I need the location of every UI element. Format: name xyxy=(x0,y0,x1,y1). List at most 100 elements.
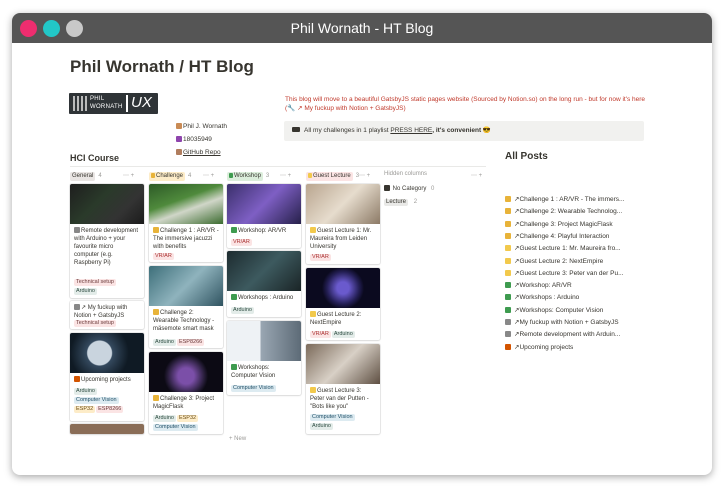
post-link-label[interactable]: ↗Workshop: AR/VR xyxy=(514,282,572,289)
card-title: Workshops : Arduino xyxy=(231,294,297,302)
hidden-row-no-category[interactable]: No Category 0 xyxy=(384,185,434,194)
title-bar: Phil Wornath - HT Blog xyxy=(12,13,712,43)
author-name-text: Phil J. Wornath xyxy=(183,123,227,130)
bulb-icon xyxy=(505,245,511,252)
card-remote-development[interactable]: Remote development with Arduino + your f… xyxy=(70,184,144,298)
tag: Technical setup xyxy=(74,279,116,286)
post-link-label[interactable]: ↗Challenge 1 : AR/VR - The immers... xyxy=(514,196,624,203)
card-guest-lecture-2[interactable]: Guest Lecture 2: NextEmpire VR/AR Arduino xyxy=(306,268,380,340)
card-upcoming-projects[interactable]: Upcoming projects Arduino Computer Vision… xyxy=(70,333,144,421)
post-link-label[interactable]: ↗Guest Lecture 1: Mr. Maureira fro... xyxy=(514,245,621,252)
post-link[interactable]: ↗Remote development with Arduin... xyxy=(505,330,620,339)
test-tube-icon xyxy=(229,173,233,178)
logo: PHIL WORNATH UX xyxy=(69,93,158,114)
post-link-label[interactable]: ↗Remote development with Arduin... xyxy=(514,331,620,338)
person-icon xyxy=(176,149,182,155)
column-label: Workshop xyxy=(227,172,263,181)
card-title-text: Workshops : Arduino xyxy=(238,295,294,301)
post-link[interactable]: ↗My fuckup with Notion + GatsbyJS xyxy=(505,318,619,327)
column-controls[interactable]: ⋯ + xyxy=(203,171,214,181)
card-workshop-arvr[interactable]: Workshop: AR/VR VR/AR xyxy=(227,184,301,248)
all-posts-title: All Posts xyxy=(505,151,548,162)
column-controls[interactable]: ⋯ + xyxy=(359,171,370,181)
phone-number: 18035949 xyxy=(176,136,212,143)
window-title: Phil Wornath - HT Blog xyxy=(290,20,434,36)
post-link-label[interactable]: ↗Challenge 4: Playful Interaction xyxy=(514,233,609,240)
card-tags: Computer Vision xyxy=(231,385,299,394)
github-text[interactable]: GitHub Repo xyxy=(183,149,221,156)
hidden-row-label: No Category xyxy=(392,186,427,192)
post-link[interactable]: ↗Challenge 4: Playful Interaction xyxy=(505,232,609,241)
post-link[interactable]: ↗Challenge 1 : AR/VR - The immers... xyxy=(505,195,624,204)
lightning-icon xyxy=(153,309,159,315)
github-link[interactable]: GitHub Repo xyxy=(176,149,221,156)
post-link[interactable]: ↗Workshops : Arduino xyxy=(505,293,579,302)
post-link[interactable]: ↗Workshop: AR/VR xyxy=(505,281,572,290)
bulb-icon xyxy=(505,269,511,276)
card-workshop-cv[interactable]: Workshops: Computer Vision Computer Visi… xyxy=(227,321,301,395)
card-guest-lecture-1[interactable]: Guest Lecture 1: Mr. Maureira from Leide… xyxy=(306,184,380,264)
card-title: Challenge 1 : AR/VR - The immersive jacu… xyxy=(153,227,219,251)
logo-divider xyxy=(126,95,128,112)
post-link-label[interactable]: ↗Upcoming projects xyxy=(514,344,573,351)
test-tube-icon xyxy=(505,306,511,313)
bulb-icon xyxy=(310,227,316,233)
card-tags: Technical setup Arduino xyxy=(74,279,142,297)
video-icon xyxy=(292,127,300,132)
column-header-general[interactable]: General 4 xyxy=(70,171,102,181)
card-cover-image xyxy=(149,266,223,306)
post-link[interactable]: ↗Workshops: Computer Vision xyxy=(505,306,603,315)
column-header-guest-lecture[interactable]: Guest Lecture 3 xyxy=(306,171,359,181)
tag: ESP8266 xyxy=(176,339,205,346)
card-tags: Technical setup xyxy=(74,320,142,329)
post-link-label[interactable]: ↗Workshops: Computer Vision xyxy=(514,307,603,314)
card-title-text: Challenge 2: Wearable Technology - mäsem… xyxy=(153,310,215,332)
card-title: ↗ My fuckup with Notion + GatsbyJS xyxy=(74,304,140,320)
card-challenge-3[interactable]: Challenge 3: Project MagicFlask Arduino E… xyxy=(149,352,223,434)
tag: VR/AR xyxy=(153,253,174,260)
test-tube-icon xyxy=(231,294,237,300)
card-workshop-arduino[interactable]: Workshops : Arduino Arduino xyxy=(227,251,301,317)
post-link[interactable]: ↗Guest Lecture 1: Mr. Maureira fro... xyxy=(505,244,621,253)
post-link[interactable]: ↗Guest Lecture 2: NextEmpire xyxy=(505,257,603,266)
person-icon xyxy=(176,123,182,129)
post-link[interactable]: ↗Upcoming projects xyxy=(505,343,573,352)
hidden-row-lecture[interactable]: Lecture 2 xyxy=(384,198,417,208)
card-notion-fuckup[interactable]: ↗ My fuckup with Notion + GatsbyJS Techn… xyxy=(70,301,144,329)
post-link-label[interactable]: ↗Workshops : Arduino xyxy=(514,294,579,301)
card-title: Guest Lecture 3: Peter van der Putten - … xyxy=(310,387,376,411)
post-link-label[interactable]: ↗Challenge 3: Project MagicFlask xyxy=(514,221,613,228)
card-title: Challenge 3: Project MagicFlask xyxy=(153,395,219,411)
tag: Computer Vision xyxy=(310,414,355,421)
card-cover-image xyxy=(227,184,301,224)
post-link-label[interactable]: ↗Guest Lecture 3: Peter van der Pu... xyxy=(514,270,624,277)
post-link-label[interactable]: ↗Guest Lecture 2: NextEmpire xyxy=(514,258,603,265)
column-controls[interactable]: ⋯ + xyxy=(123,171,134,181)
column-header-workshop[interactable]: Workshop 3 xyxy=(227,171,269,181)
post-link[interactable]: ↗Guest Lecture 3: Peter van der Pu... xyxy=(505,269,624,278)
post-link[interactable]: ↗Challenge 2: Wearable Technolog... xyxy=(505,207,622,216)
card-title-text: Remote development with Arduino + your f… xyxy=(74,228,139,266)
card-partial[interactable] xyxy=(70,424,144,434)
column-label-text: Challenge xyxy=(156,173,184,179)
card-challenge-2[interactable]: Challenge 2: Wearable Technology - mäsem… xyxy=(149,266,223,348)
column-label: General xyxy=(70,172,96,181)
post-link-label[interactable]: ↗Challenge 2: Wearable Technolog... xyxy=(514,208,622,215)
logo-line-1: PHIL xyxy=(90,96,105,102)
card-cover-image xyxy=(70,333,144,373)
card-tags: Arduino xyxy=(231,307,299,316)
new-card-button[interactable]: + New xyxy=(229,436,246,442)
post-link[interactable]: ↗Challenge 3: Project MagicFlask xyxy=(505,220,613,229)
card-challenge-1[interactable]: Challenge 1 : AR/VR - The immersive jacu… xyxy=(149,184,223,262)
card-cover-image xyxy=(149,352,223,392)
card-cover-image xyxy=(70,184,144,224)
phone-icon xyxy=(176,136,182,142)
hidden-columns-controls[interactable]: ⋯ + xyxy=(471,171,482,181)
playlist-link[interactable]: PRESS HERE xyxy=(390,127,432,134)
card-cover-image xyxy=(306,184,380,224)
post-link-label[interactable]: ↗My fuckup with Notion + GatsbyJS xyxy=(514,319,619,326)
column-controls[interactable]: ⋯ + xyxy=(280,171,291,181)
bulb-icon xyxy=(310,387,316,393)
column-header-challenge[interactable]: Challenge 4 xyxy=(149,171,191,181)
card-guest-lecture-3[interactable]: Guest Lecture 3: Peter van der Putten - … xyxy=(306,344,380,434)
